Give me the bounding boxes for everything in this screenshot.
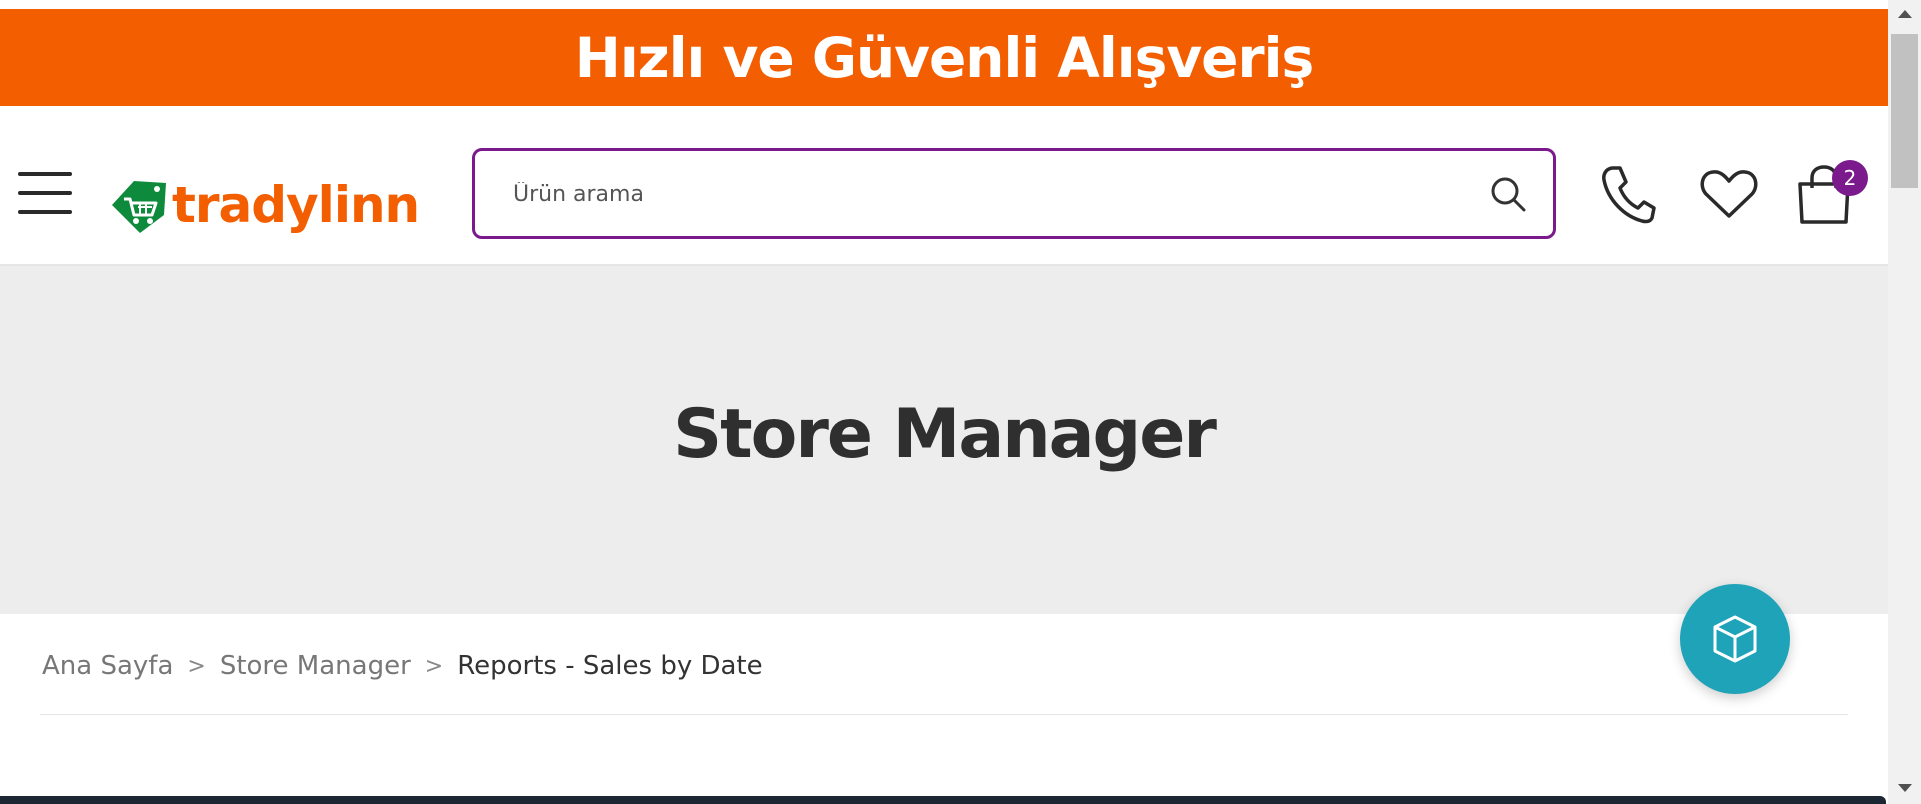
breadcrumb-home[interactable]: Ana Sayfa: [42, 651, 173, 681]
search-box: [472, 148, 1556, 239]
breadcrumb-separator: >: [187, 653, 206, 679]
logo-text: tradylinn: [172, 176, 420, 234]
menu-line: [18, 191, 72, 195]
breadcrumb-current: Reports - Sales by Date: [457, 651, 763, 681]
search-input[interactable]: [513, 171, 1433, 217]
promo-text: Hızlı ve Güvenli Alışveriş: [574, 25, 1314, 90]
scrollbar-thumb[interactable]: [1891, 34, 1918, 188]
phone-icon[interactable]: [1600, 164, 1656, 224]
scroll-down-arrow-icon[interactable]: [1898, 784, 1912, 792]
breadcrumb-separator: >: [424, 653, 444, 679]
search-icon[interactable]: [1489, 175, 1527, 213]
breadcrumb-store-manager[interactable]: Store Manager: [220, 651, 411, 681]
heart-icon[interactable]: [1700, 168, 1758, 220]
promo-banner: Hızlı ve Güvenli Alışveriş: [0, 9, 1888, 106]
page-title: Store Manager: [673, 394, 1217, 474]
cube-icon: [1713, 615, 1757, 663]
site-header: tradylinn 2: [0, 106, 1888, 264]
logo-cart-icon: [112, 181, 166, 233]
page-hero: Store Manager: [0, 264, 1888, 614]
menu-icon[interactable]: [18, 172, 74, 216]
site-logo[interactable]: tradylinn: [108, 172, 420, 238]
floating-action-button[interactable]: [1680, 584, 1790, 694]
menu-line: [18, 172, 72, 176]
top-strip: [0, 0, 1888, 9]
cart-count-badge: 2: [1832, 160, 1868, 196]
breadcrumb: Ana Sayfa > Store Manager > Reports - Sa…: [42, 648, 763, 684]
bottom-bar: [0, 796, 1886, 804]
menu-line: [18, 210, 72, 214]
divider: [40, 714, 1848, 715]
scroll-up-arrow-icon[interactable]: [1898, 10, 1912, 18]
scrollbar[interactable]: [1888, 0, 1921, 804]
